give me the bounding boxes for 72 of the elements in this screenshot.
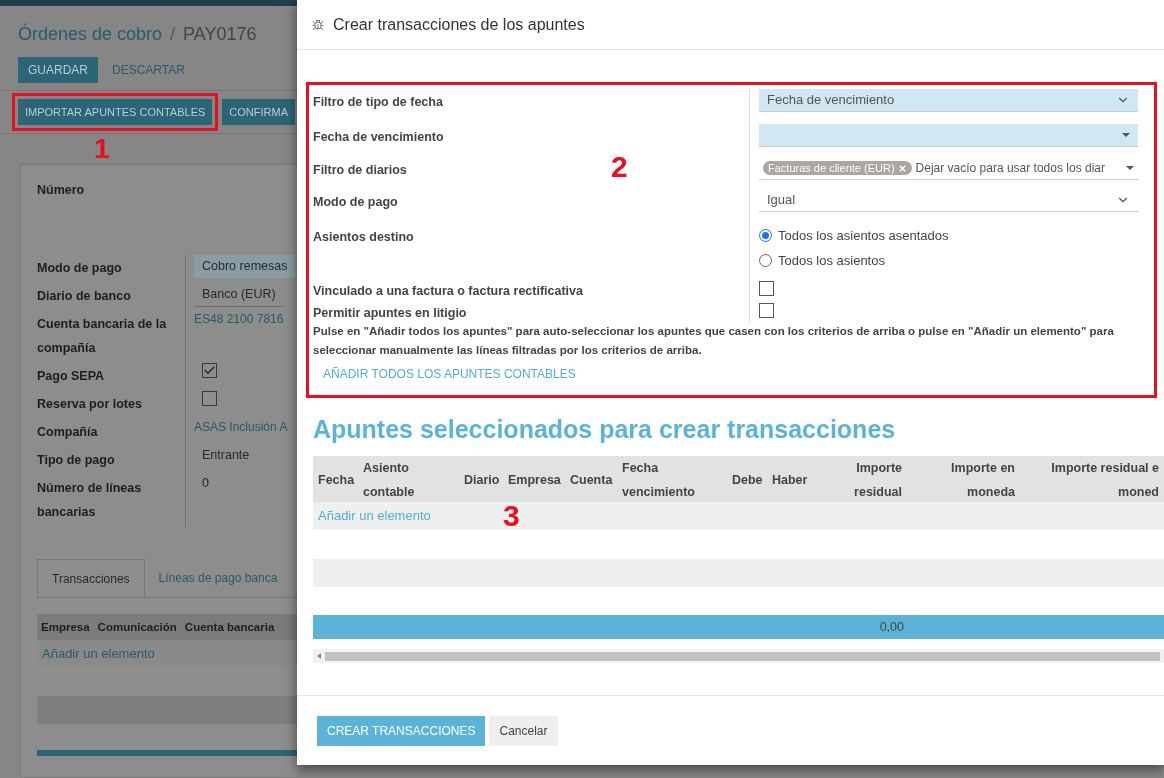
dialog-title: Crear transacciones de los apuntes [333,14,585,35]
checkbox[interactable] [759,281,774,296]
column-header: Importe en moneda [951,461,1015,499]
column-header: Asiento contable [363,461,415,499]
tab[interactable]: Líneas de pago banca [144,559,292,598]
field-value: Entrante [201,447,250,465]
bug-icon [312,18,324,31]
field-label: Permitir apuntes en litigio [313,306,467,320]
add-all-button[interactable]: AÑADIR TODOS LOS APUNTES CONTABLES [323,365,576,383]
total-value: 0,00 [878,618,905,636]
field-label: Modo de pago [313,195,398,209]
column-header: Debe [732,473,763,487]
field-label: Número [37,182,86,200]
column-header: Importe residual [854,461,902,499]
field-label: Asientos destino [313,230,414,244]
link[interactable]: ASAS Inclusión A [194,419,288,437]
field-label: Diario de banco [37,289,131,304]
field-value: 0 [201,475,209,493]
column-header: Empresa [41,619,90,635]
add-line-link[interactable]: Añadir un elemento [42,643,155,663]
field-label: Filtro de tipo de fecha [313,95,443,109]
caret-icon [1126,166,1134,170]
tag: Facturas de cliente (EUR) [763,161,912,175]
help-text: Pulse en "Añadir todos los apuntes" para auto-seleccionar los apuntes que casen con los criterios de arriba o pulse en "Añadir un elemento" para seleccionar manualmente las líneas filtradas por los criterios de arriba. [313,324,1115,358]
annotation-number: 3 [503,502,520,530]
action-button[interactable]: CONFIRMA [222,99,295,126]
field-label: Compañía [37,425,98,440]
cancel-button[interactable]: Cancelar [489,715,558,746]
field-label: Filtro de diarios [313,163,407,177]
annotation-number: 2 [611,152,628,182]
field-label: Tipo de pago [37,453,115,468]
annotation-number: 1 [94,135,111,164]
breadcrumb-current: PAY0176 [183,23,257,46]
section-title: Apuntes seleccionados para crear transacciones [313,415,896,443]
field-label: Modo de pago [37,261,122,276]
field-label: Reserva por lotes [37,397,142,412]
checkbox[interactable] [202,391,217,407]
save-button[interactable]: GUARDAR [18,57,98,83]
column-header: Importe residual e moned [1051,461,1159,499]
checkbox[interactable] [759,303,774,318]
caret-icon [1122,133,1130,137]
field-label: Fecha de vencimiento [313,130,444,144]
radio-label: Todos los asientos asentados [778,227,949,245]
date-field[interactable] [759,124,1138,147]
column-header: Comunicación [97,619,177,635]
checkbox[interactable] [202,363,217,379]
field-label: Cuenta bancaria de la compañía [37,317,167,356]
select-field[interactable]: Cobro remesas [194,255,296,279]
field-label: Vinculado a una factura o factura rectificativa [313,284,583,298]
action-button[interactable]: IMPORTAR APUNTES CONTABLES [18,99,213,126]
input-field[interactable]: Banco (EUR) [194,283,284,308]
tab[interactable]: Transacciones [37,559,145,598]
column-header: Cuenta bancaria [184,619,275,635]
column-header: Cuenta [570,473,613,487]
add-line-link[interactable]: Añadir un elemento [313,506,503,526]
breadcrumb-link[interactable]: Órdenes de cobro [18,21,163,48]
field-label: Número de líneas bancarias [37,481,142,520]
column-header: Fecha vencimiento [622,461,695,499]
discard-button[interactable]: DESCARTAR [102,57,195,83]
column-header: Fecha [318,473,355,487]
link[interactable]: ES48 2100 7816 [194,311,284,329]
column-header: Diario [464,473,500,487]
breadcrumb-separator: / [170,23,176,46]
column-header: Empresa [508,473,561,487]
remove-icon[interactable] [897,163,907,173]
radio-label: Todos los asientos [778,251,885,270]
field-label: Pago SEPA [37,369,105,384]
column-header: Haber [772,473,808,487]
tags-field[interactable]: Facturas de cliente (EUR) Dejar vacío para usar todos los diar [759,157,1138,180]
select-field[interactable]: Fecha de vencimiento [759,89,1138,112]
create-button[interactable]: CREAR TRANSACCIONES [317,715,486,746]
placeholder: Dejar vacío para usar todos los diar [915,160,1105,177]
